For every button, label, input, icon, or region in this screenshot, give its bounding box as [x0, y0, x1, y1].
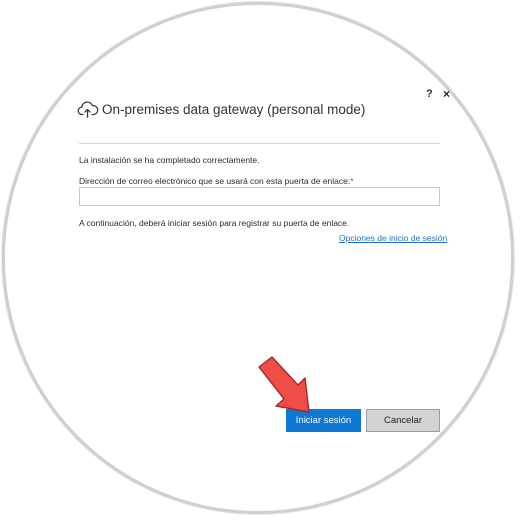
dialog-title: On-premises data gateway (personal mode) — [102, 101, 366, 117]
sign-in-options-link[interactable]: Opciones de inicio de sesión — [339, 233, 447, 243]
email-label: Dirección de correo electrónico que se u… — [79, 176, 354, 186]
help-button[interactable]: ? — [426, 88, 433, 100]
required-marker: * — [350, 176, 354, 186]
email-label-text: Dirección de correo electrónico que se u… — [79, 176, 351, 186]
arrow-pointer-icon — [258, 356, 310, 413]
close-button[interactable]: × — [443, 87, 450, 101]
status-message: La instalación se ha completado correcta… — [79, 155, 260, 165]
cancel-button[interactable]: Cancelar — [366, 409, 440, 432]
gateway-dialog: On-premises data gateway (personal mode)… — [0, 0, 520, 520]
dialog-title-bar: On-premises data gateway (personal mode) — [77, 97, 365, 121]
email-input[interactable] — [79, 187, 440, 206]
cloud-upload-icon — [77, 101, 99, 118]
title-divider — [79, 143, 440, 144]
info-message: A continuación, deberá iniciar sesión pa… — [79, 218, 350, 228]
